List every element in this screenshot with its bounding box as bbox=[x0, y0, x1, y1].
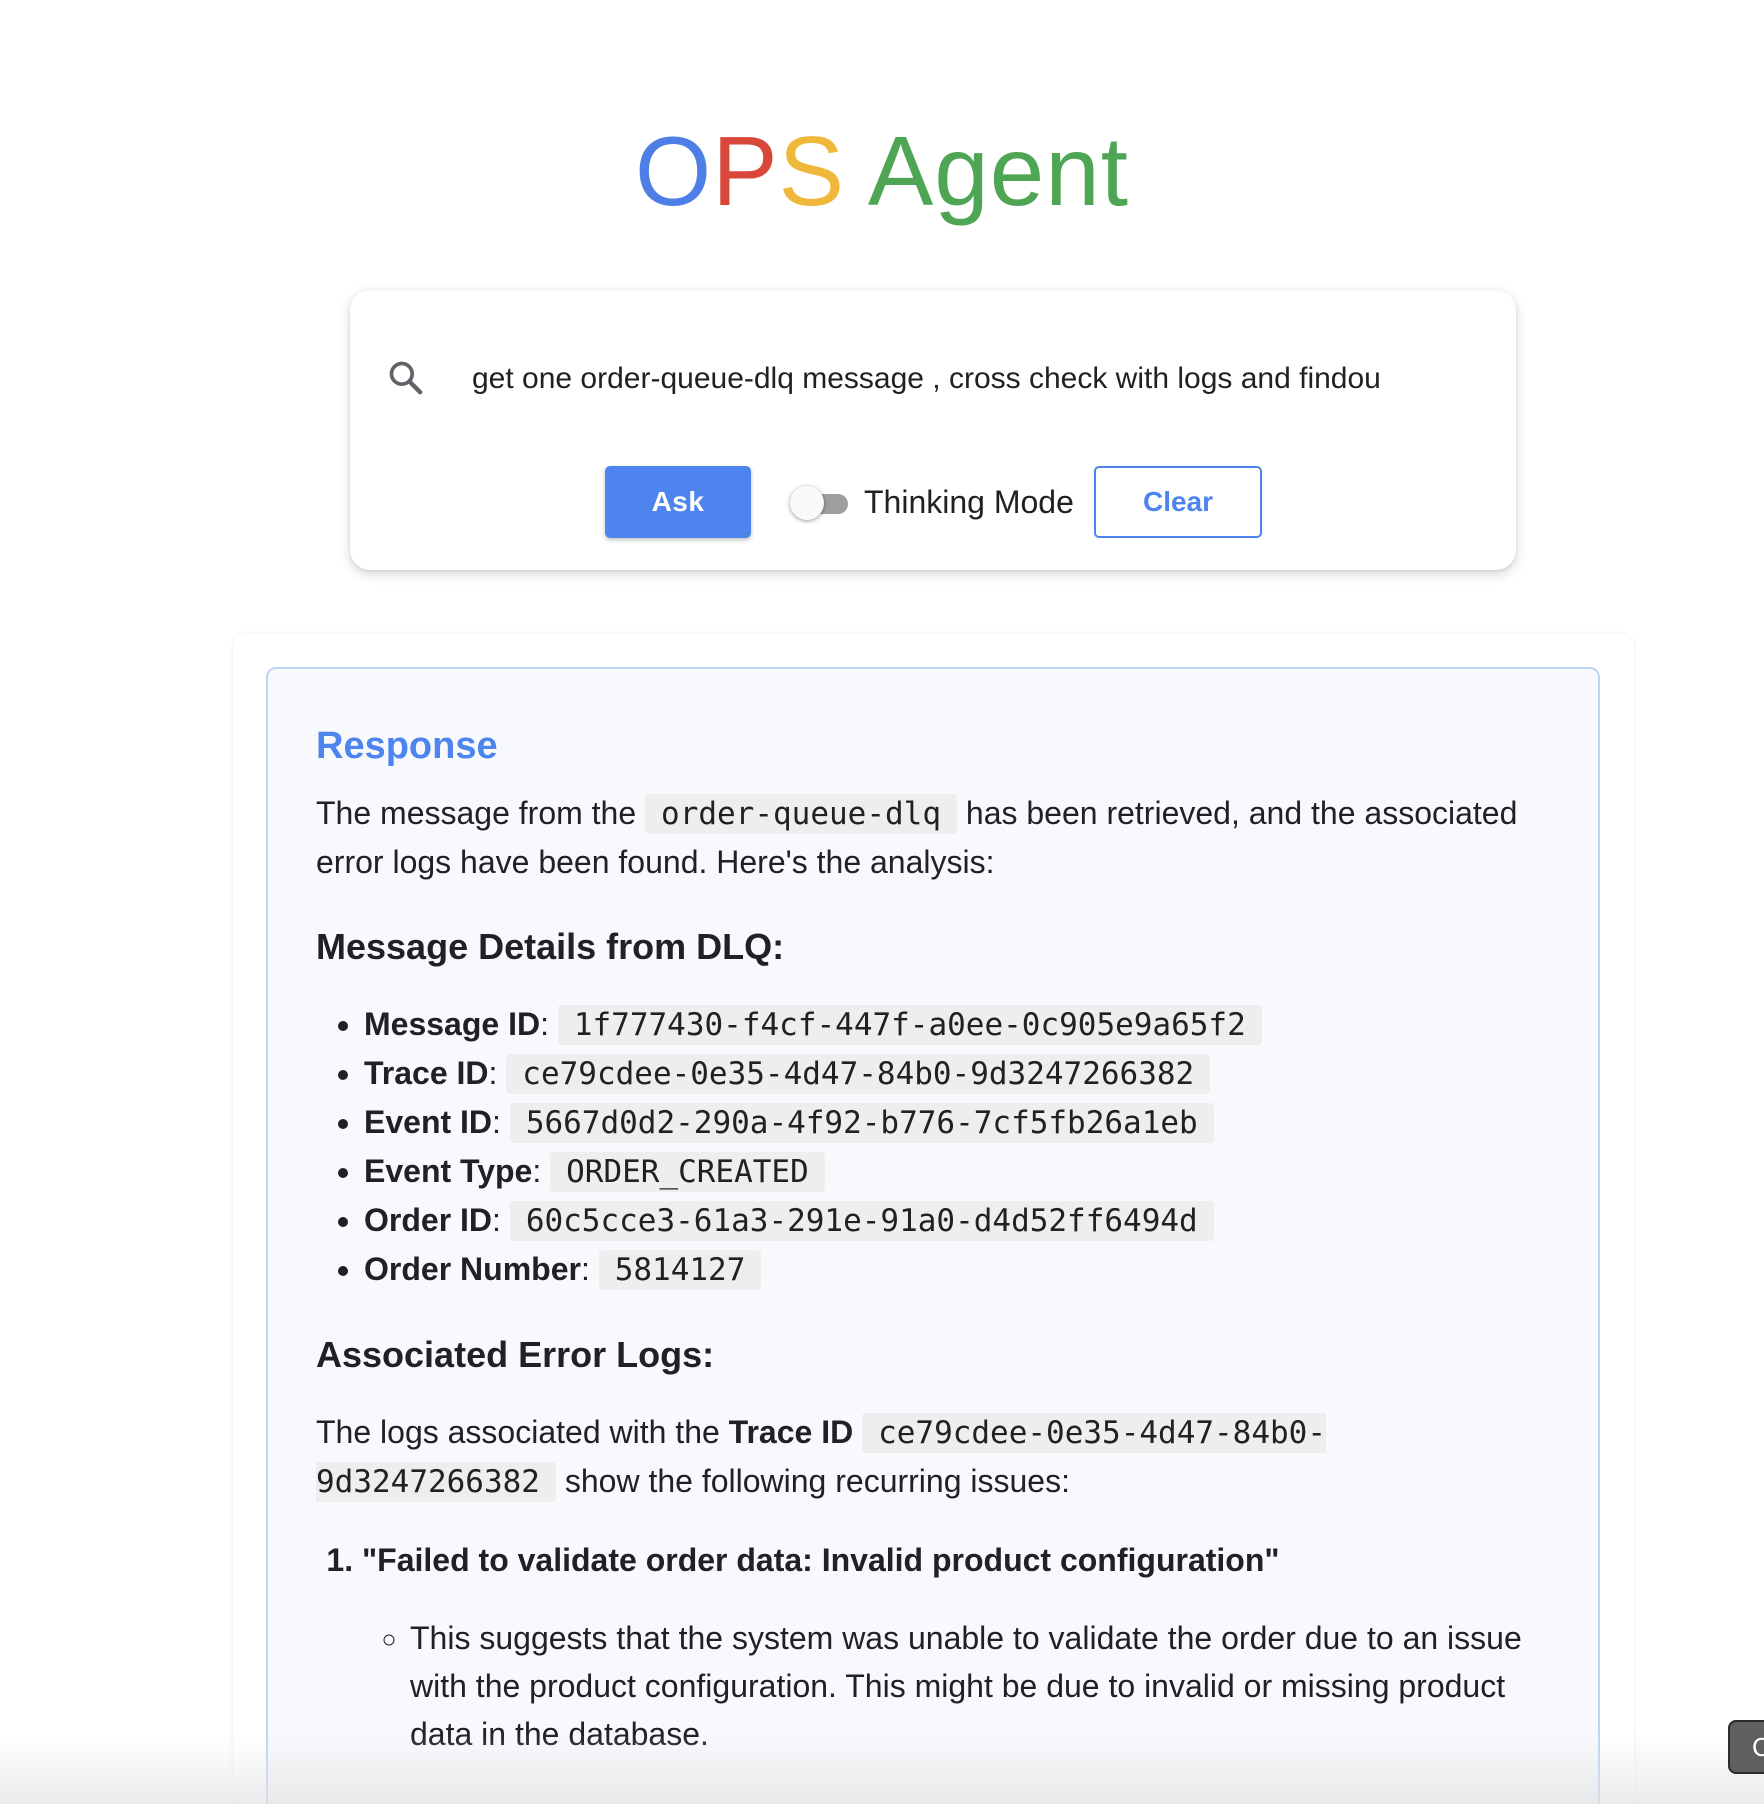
logs-heading: Associated Error Logs: bbox=[316, 1334, 715, 1375]
detail-value: ORDER_CREATED bbox=[550, 1152, 825, 1192]
detail-separator: : bbox=[492, 1104, 510, 1140]
ask-button[interactable]: Ask bbox=[605, 466, 751, 538]
response-heading: Response bbox=[316, 725, 498, 767]
inline-code-queue: order-queue-dlq bbox=[645, 794, 957, 834]
detail-label: Order Number bbox=[364, 1251, 581, 1287]
detail-label: Message ID bbox=[364, 1006, 541, 1042]
results-container: Response The message from the order-queu… bbox=[233, 634, 1634, 1804]
thinking-mode-toggle[interactable] bbox=[790, 486, 852, 520]
detail-item-event-type: Event Type: ORDER_CREATED bbox=[364, 1147, 1550, 1196]
search-card: Ask Thinking Mode Clear bbox=[350, 290, 1516, 570]
detail-item-message-id: Message ID: 1f777430-f4cf-447f-a0ee-0c90… bbox=[364, 1000, 1550, 1049]
detail-separator: : bbox=[580, 1251, 599, 1287]
details-list: Message ID: 1f777430-f4cf-447f-a0ee-0c90… bbox=[316, 1000, 1550, 1294]
intro-text-before: The message from the bbox=[316, 795, 646, 831]
issue-note: This suggests that the system was unable… bbox=[410, 1614, 1550, 1758]
logs-intro: The logs associated with the Trace ID ce… bbox=[316, 1408, 1550, 1506]
clear-button[interactable]: Clear bbox=[1094, 466, 1262, 538]
detail-separator: : bbox=[540, 1006, 558, 1042]
detail-label: Order ID bbox=[364, 1202, 493, 1238]
issue-notes: This suggests that the system was unable… bbox=[362, 1614, 1550, 1758]
detail-separator: : bbox=[492, 1202, 510, 1238]
detail-value: 60c5cce3-61a3-291e-91a0-d4d52ff6494d bbox=[509, 1201, 1214, 1241]
title-letter-p: P bbox=[712, 116, 779, 226]
detail-value: 5814127 bbox=[598, 1250, 762, 1290]
detail-separator: : bbox=[532, 1153, 551, 1189]
logs-intro-after: show the following recurring issues: bbox=[555, 1463, 1070, 1499]
logs-intro-before: The logs associated with the bbox=[316, 1414, 729, 1450]
detail-label: Trace ID bbox=[364, 1055, 489, 1091]
detail-value: 1f777430-f4cf-447f-a0ee-0c905e9a65f2 bbox=[557, 1005, 1262, 1045]
ops-agent-app: OPS Agent Ask Thinking Mode Clear Respon… bbox=[0, 0, 1764, 1804]
title-word-agent: Agent bbox=[845, 116, 1129, 226]
title-letter-o: O bbox=[635, 116, 713, 226]
detail-item-trace-id: Trace ID: ce79cdee-0e35-4d47-84b0-9d3247… bbox=[364, 1049, 1550, 1098]
thinking-mode-label: Thinking Mode bbox=[864, 484, 1074, 520]
detail-value: ce79cdee-0e35-4d47-84b0-9d3247266382 bbox=[506, 1054, 1211, 1094]
issues-list: "Failed to validate order data: Invalid … bbox=[316, 1536, 1550, 1758]
app-title: OPS Agent bbox=[0, 112, 1764, 230]
issue-title: "Failed to validate order data: Invalid … bbox=[362, 1542, 1280, 1578]
logs-intro-bold: Trace ID bbox=[728, 1414, 854, 1450]
search-input[interactable] bbox=[472, 350, 1472, 408]
detail-value: 5667d0d2-290a-4f92-b776-7cf5fb26a1eb bbox=[509, 1103, 1214, 1143]
toggle-thumb bbox=[790, 486, 824, 520]
detail-item-order-number: Order Number: 5814127 bbox=[364, 1245, 1550, 1294]
details-heading: Message Details from DLQ: bbox=[316, 926, 785, 967]
detail-label: Event ID bbox=[364, 1104, 493, 1140]
detail-separator: : bbox=[488, 1055, 507, 1091]
issue-item: "Failed to validate order data: Invalid … bbox=[362, 1536, 1550, 1758]
detail-label: Event Type bbox=[364, 1153, 533, 1189]
response-card: Response The message from the order-queu… bbox=[266, 667, 1600, 1804]
floating-corner-button[interactable]: C bbox=[1728, 1720, 1764, 1774]
search-icon bbox=[389, 361, 423, 395]
title-letter-s: S bbox=[778, 116, 846, 226]
response-intro: The message from the order-queue-dlq has… bbox=[316, 789, 1550, 886]
detail-item-event-id: Event ID: 5667d0d2-290a-4f92-b776-7cf5fb… bbox=[364, 1098, 1550, 1147]
detail-item-order-id: Order ID: 60c5cce3-61a3-291e-91a0-d4d52f… bbox=[364, 1196, 1550, 1245]
